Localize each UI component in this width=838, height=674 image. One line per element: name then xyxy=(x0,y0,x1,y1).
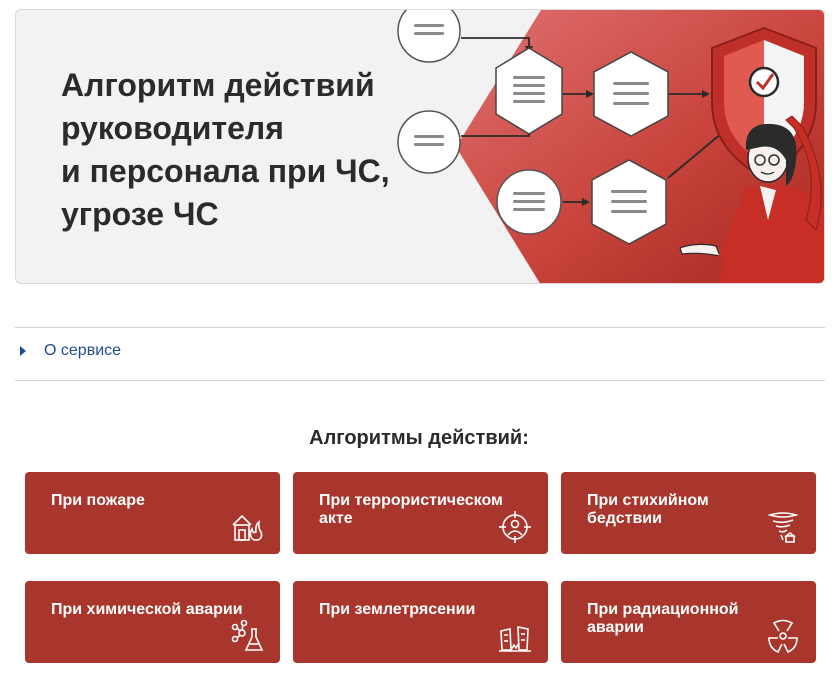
banner-title-line: руководителя xyxy=(61,110,284,146)
card-terror[interactable]: При террористическом акте xyxy=(293,472,548,554)
crosshair-person-icon xyxy=(499,511,531,543)
banner-title-line: и персонала при ЧС, xyxy=(61,153,390,189)
card-label: При пожаре xyxy=(51,492,145,509)
flow-node-circle xyxy=(496,169,562,235)
banner-title-line: Алгоритм действий xyxy=(61,67,375,103)
card-chemical[interactable]: При химической аварии xyxy=(25,581,280,663)
divider-bottom xyxy=(15,380,825,381)
tornado-icon xyxy=(767,512,799,543)
banner-title: Алгоритм действий руководителя и персона… xyxy=(61,64,441,236)
card-label: При стихийном бедствии xyxy=(587,492,709,527)
banner-title-line: угрозе ЧС xyxy=(61,196,219,232)
card-label: При химической аварии xyxy=(51,601,243,618)
card-label: При землетрясении xyxy=(319,601,476,618)
card-fire[interactable]: При пожаре xyxy=(25,472,280,554)
card-disaster[interactable]: При стихийном бедствии xyxy=(561,472,816,554)
caret-right-icon xyxy=(20,346,26,356)
algorithms-heading: Алгоритмы действий: xyxy=(309,427,529,449)
flow-node-circle xyxy=(397,10,461,63)
chemical-flask-icon xyxy=(231,619,264,651)
about-service-toggle[interactable]: О сервисе xyxy=(20,341,121,361)
card-radiation[interactable]: При радиационной аварии xyxy=(561,581,816,663)
divider-top xyxy=(15,327,825,328)
hero-banner: Алгоритм действий руководителя и персона… xyxy=(15,9,825,284)
card-label: При радиационной аварии xyxy=(587,601,739,636)
about-service-label: О сервисе xyxy=(44,342,122,359)
fire-house-icon xyxy=(232,514,263,541)
card-label: При террористическом акте xyxy=(319,492,503,527)
radiation-icon xyxy=(768,619,798,653)
earthquake-buildings-icon xyxy=(499,626,531,652)
card-earthquake[interactable]: При землетрясении xyxy=(293,581,548,663)
